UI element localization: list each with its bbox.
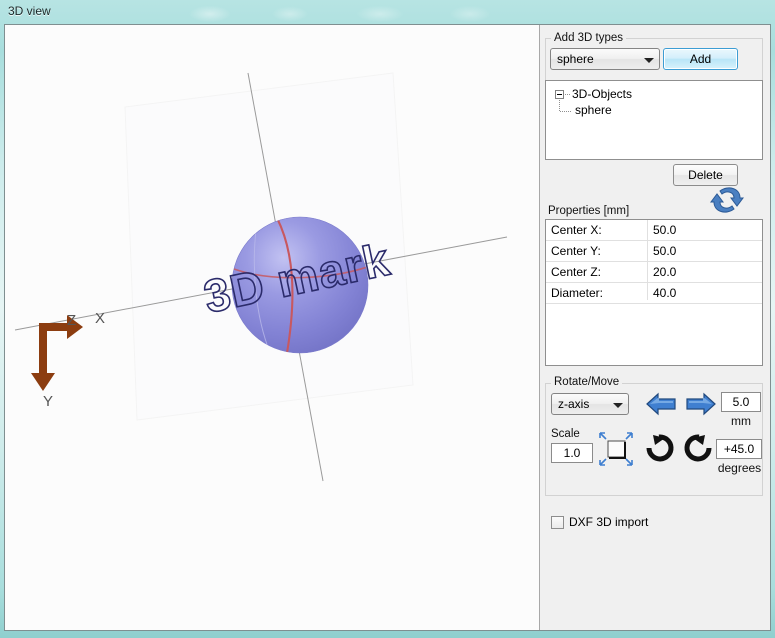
tree-connector [565,94,570,95]
property-value[interactable]: 40.0 [653,286,676,300]
app-window: 3D view 3D mark Z Y X Add 3D types spher… [0,0,775,638]
add-button[interactable]: Add [663,48,738,70]
svg-text:X: X [95,310,105,327]
scale-label: Scale [551,428,580,440]
axis-select-value: z-axis [558,397,590,411]
property-value[interactable]: 50.0 [653,223,676,237]
type-select-value: sphere [557,52,594,66]
3d-scene: 3D mark Z Y X [14,72,508,482]
angle-value-field[interactable]: +45.0 [716,439,762,459]
svg-text:Z: Z [67,312,76,329]
tree-connector-h [560,111,572,112]
add-3d-types-label: Add 3D types [551,32,627,44]
rotate-ccw-icon[interactable] [683,431,715,465]
axis-select[interactable]: z-axis [551,393,629,415]
scale-value-field[interactable]: 1.0 [551,443,593,463]
3d-viewport[interactable]: 3D mark Z Y X [5,25,540,630]
chevron-down-icon[interactable] [609,395,627,413]
resize-icon[interactable] [597,430,635,468]
angle-unit-label: degrees [717,461,762,475]
objects-tree[interactable]: 3D-Objects sphere [545,80,763,160]
rotate-move-label: Rotate/Move [551,376,623,388]
property-key: Center Z: [551,265,602,279]
property-value[interactable]: 50.0 [653,244,676,258]
tree-node-root[interactable]: 3D-Objects [572,87,632,101]
arrow-right-icon[interactable] [684,390,718,418]
delete-button[interactable]: Delete [673,164,738,186]
table-row[interactable]: Center X: 50.0 [546,220,762,241]
property-key: Diameter: [551,286,604,300]
title-bar: 3D view [0,0,775,24]
rotate-cw-icon[interactable] [643,431,675,465]
control-panel: Add 3D types sphere Add 3D-Objects spher… [540,25,770,630]
tree-node-sphere[interactable]: sphere [575,103,612,117]
tree-expander-icon[interactable] [555,90,564,99]
properties-table[interactable]: Center X: 50.0 Center Y: 50.0 Center Z: … [545,219,763,366]
type-select[interactable]: sphere [550,48,660,70]
svg-text:Y: Y [43,393,53,410]
table-row[interactable]: Diameter: 40.0 [546,283,762,304]
chevron-down-icon[interactable] [640,50,658,68]
table-row[interactable]: Center Y: 50.0 [546,241,762,262]
step-value-field[interactable]: 5.0 [721,392,761,412]
dxf-3d-import-checkbox[interactable] [551,516,564,529]
arrow-left-icon[interactable] [644,390,678,418]
property-key: Center Y: [551,244,601,258]
refresh-icon[interactable] [710,185,744,215]
step-unit-label: mm [731,414,751,428]
properties-label: Properties [mm] [548,205,630,217]
client-area: 3D mark Z Y X Add 3D types sphere Add 3D… [4,24,771,631]
title-bar-glass [150,0,570,24]
window-title: 3D view [8,4,51,18]
dxf-3d-import-label: DXF 3D import [569,515,649,529]
table-row[interactable]: Center Z: 20.0 [546,262,762,283]
property-value[interactable]: 20.0 [653,265,676,279]
axis-gizmo: Z Y X [31,310,105,410]
property-key: Center X: [551,223,602,237]
